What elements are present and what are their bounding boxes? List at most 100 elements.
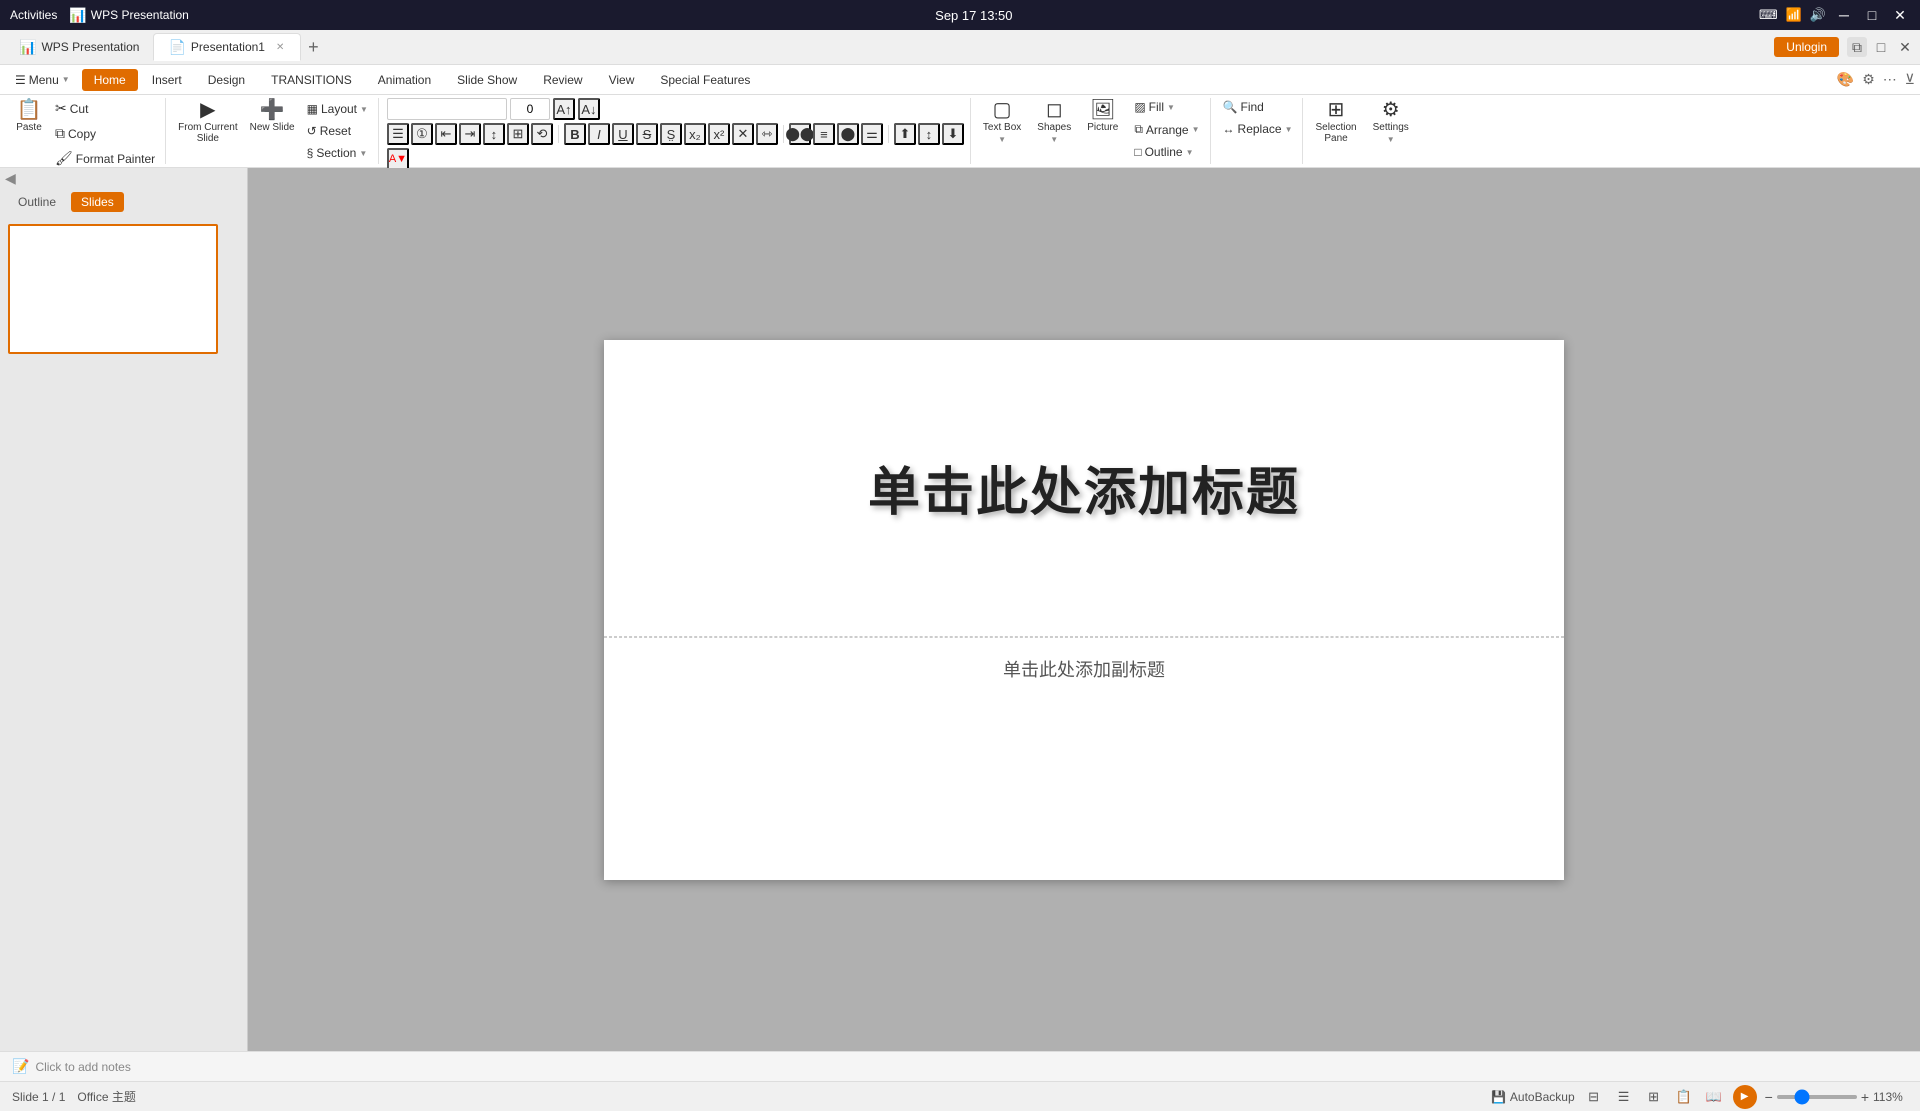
tab-transitions[interactable]: TRANSITIONS <box>259 69 364 91</box>
text-box-button[interactable]: ▢ Text Box ▼ <box>979 98 1025 146</box>
autobackup-control[interactable]: 💾 AutoBackup <box>1491 1090 1575 1104</box>
subtitle-text-area[interactable]: 单击此处添加副标题 <box>604 637 1564 880</box>
strikethrough-button[interactable]: S <box>636 123 658 145</box>
replace-button[interactable]: ↔ Replace ▼ <box>1219 120 1297 138</box>
justify-button[interactable]: ⚌ <box>861 123 883 145</box>
tab-close-button[interactable]: ✕ <box>274 40 286 55</box>
cut-button[interactable]: ✂ Cut <box>51 98 159 119</box>
tab-slideshow[interactable]: Slide Show <box>445 69 529 91</box>
maximize-button[interactable]: □ <box>1862 5 1882 25</box>
bold-button[interactable]: B <box>564 123 586 145</box>
arrange-button[interactable]: ⧉ Arrange ▼ <box>1130 120 1203 139</box>
zoom-out-button[interactable]: − <box>1765 1089 1773 1105</box>
slide-thumbnail-1[interactable]: 1 <box>8 224 239 354</box>
italic-button[interactable]: I <box>588 123 610 145</box>
align-center-button[interactable]: ≡ <box>813 123 835 145</box>
canvas-area[interactable]: 单击此处添加标题 单击此处添加副标题 <box>248 168 1920 1051</box>
font-size-decrease-button[interactable]: A↓ <box>578 98 600 120</box>
new-slide-button[interactable]: ➕ New Slide <box>246 98 299 135</box>
tab-special-features[interactable]: Special Features <box>648 69 762 91</box>
reset-button[interactable]: ↺ Reset <box>303 122 372 140</box>
notes-placeholder[interactable]: Click to add notes <box>35 1060 130 1074</box>
layout-button[interactable]: ▦ Layout ▼ <box>303 100 372 118</box>
settings-icon[interactable]: ⚙ <box>1862 71 1875 88</box>
network-icon[interactable]: 📶 <box>1786 7 1802 23</box>
outline-view-button[interactable]: ☰ <box>1613 1086 1635 1108</box>
slide-title[interactable]: 单击此处添加标题 <box>868 450 1300 525</box>
picture-button[interactable]: 🖼 Picture <box>1083 98 1122 135</box>
expand-icon[interactable]: ⊻ <box>1905 71 1915 88</box>
zoom-slider[interactable] <box>1777 1095 1857 1099</box>
slide-canvas[interactable]: 单击此处添加标题 单击此处添加副标题 <box>604 340 1564 880</box>
sound-icon[interactable]: 🔊 <box>1810 7 1826 23</box>
minimize-button[interactable]: ─ <box>1834 5 1854 25</box>
copy-button[interactable]: ⧉ Copy <box>51 123 159 144</box>
tab-insert[interactable]: Insert <box>140 69 194 91</box>
subscript-button[interactable]: x₂ <box>684 123 706 145</box>
zoom-level[interactable]: 113% <box>1873 1090 1908 1104</box>
play-slideshow-button[interactable]: ▶ <box>1733 1085 1757 1109</box>
line-spacing-button[interactable]: ↕ <box>483 123 505 145</box>
notes-view-button[interactable]: 📋 <box>1673 1086 1695 1108</box>
title-text-area[interactable]: 单击此处添加标题 <box>604 340 1564 637</box>
align-right-button[interactable]: ⬤ <box>837 123 859 145</box>
input-method-icon[interactable]: ⌨ <box>1759 7 1778 23</box>
paste-button[interactable]: 📋 Paste <box>11 98 47 135</box>
settings-button[interactable]: ⚙ Settings ▼ <box>1369 98 1413 146</box>
slide-subtitle[interactable]: 单击此处添加副标题 <box>1003 656 1165 682</box>
outline-button[interactable]: □ Outline ▼ <box>1130 143 1203 161</box>
list-number-button[interactable]: ① <box>411 123 433 145</box>
shadow-button[interactable]: S̤ <box>660 123 682 145</box>
tab-wps-presentation[interactable]: 📊 WPS Presentation <box>5 33 153 61</box>
sidebar-toggle-button[interactable]: ◀ <box>0 168 247 188</box>
menu-button[interactable]: ☰ Menu ▼ <box>5 69 80 91</box>
tab-home[interactable]: Home <box>82 69 138 91</box>
window-close-button[interactable]: ✕ <box>1895 37 1915 57</box>
activities-label[interactable]: Activities <box>10 8 57 22</box>
char-spacing-button[interactable]: ⇿ <box>756 123 778 145</box>
valign-middle-button[interactable]: ↕ <box>918 123 940 145</box>
valign-bottom-button[interactable]: ⬇ <box>942 123 964 145</box>
normal-view-button[interactable]: ⊟ <box>1583 1086 1605 1108</box>
tab-presentation1[interactable]: 📄 Presentation1 ✕ <box>153 33 301 61</box>
font-size-increase-button[interactable]: A↑ <box>553 98 575 120</box>
section-button[interactable]: § Section ▼ <box>303 144 372 162</box>
underline-button[interactable]: U <box>612 123 634 145</box>
list-bullet-button[interactable]: ☰ <box>387 123 409 145</box>
font-name-input[interactable] <box>387 98 507 120</box>
font-color-button[interactable]: A▼ <box>387 148 409 170</box>
selection-pane-button[interactable]: ⊞ Selection Pane <box>1311 98 1360 146</box>
format-painter-button[interactable]: 🖌 Format Painter <box>51 148 159 169</box>
window-restore-button[interactable]: ⧉ <box>1847 37 1867 57</box>
reading-view-button[interactable]: 📖 <box>1703 1086 1725 1108</box>
align-left-button[interactable]: ⬤⬤ <box>789 123 811 145</box>
unlogin-button[interactable]: Unlogin <box>1774 37 1839 57</box>
new-tab-button[interactable]: + <box>301 35 325 59</box>
superscript-button[interactable]: x² <box>708 123 730 145</box>
columns-button[interactable]: ⊞ <box>507 123 529 145</box>
fill-button[interactable]: ▨ Fill▼ <box>1130 98 1203 116</box>
tab-design[interactable]: Design <box>196 69 257 91</box>
slide-sorter-button[interactable]: ⊞ <box>1643 1086 1665 1108</box>
notes-area[interactable]: 📝 Click to add notes <box>0 1051 1920 1081</box>
tab-review[interactable]: Review <box>531 69 594 91</box>
valign-top-button[interactable]: ⬆ <box>894 123 916 145</box>
zoom-in-button[interactable]: + <box>1861 1089 1869 1105</box>
shapes-button[interactable]: ◻ Shapes ▼ <box>1033 98 1075 146</box>
indent-increase-button[interactable]: ⇥ <box>459 123 481 145</box>
slides-tab[interactable]: Slides <box>71 192 124 212</box>
window-maximize-button[interactable]: □ <box>1871 37 1891 57</box>
tab-animation[interactable]: Animation <box>366 69 443 91</box>
font-size-input[interactable] <box>510 98 550 120</box>
indent-decrease-button[interactable]: ⇤ <box>435 123 457 145</box>
more-icon[interactable]: ⋯ <box>1883 71 1897 88</box>
find-button[interactable]: 🔍 Find <box>1219 98 1268 116</box>
text-direction-button[interactable]: ⟲ <box>531 123 553 145</box>
from-current-slide-button[interactable]: ▶ From Current Slide <box>174 98 241 146</box>
separator3 <box>888 125 889 143</box>
skin-icon[interactable]: 🎨 <box>1837 71 1854 88</box>
outline-tab[interactable]: Outline <box>8 192 66 212</box>
tab-view[interactable]: View <box>597 69 647 91</box>
clear-format-button[interactable]: ✕ <box>732 123 754 145</box>
close-button[interactable]: ✕ <box>1890 5 1910 25</box>
